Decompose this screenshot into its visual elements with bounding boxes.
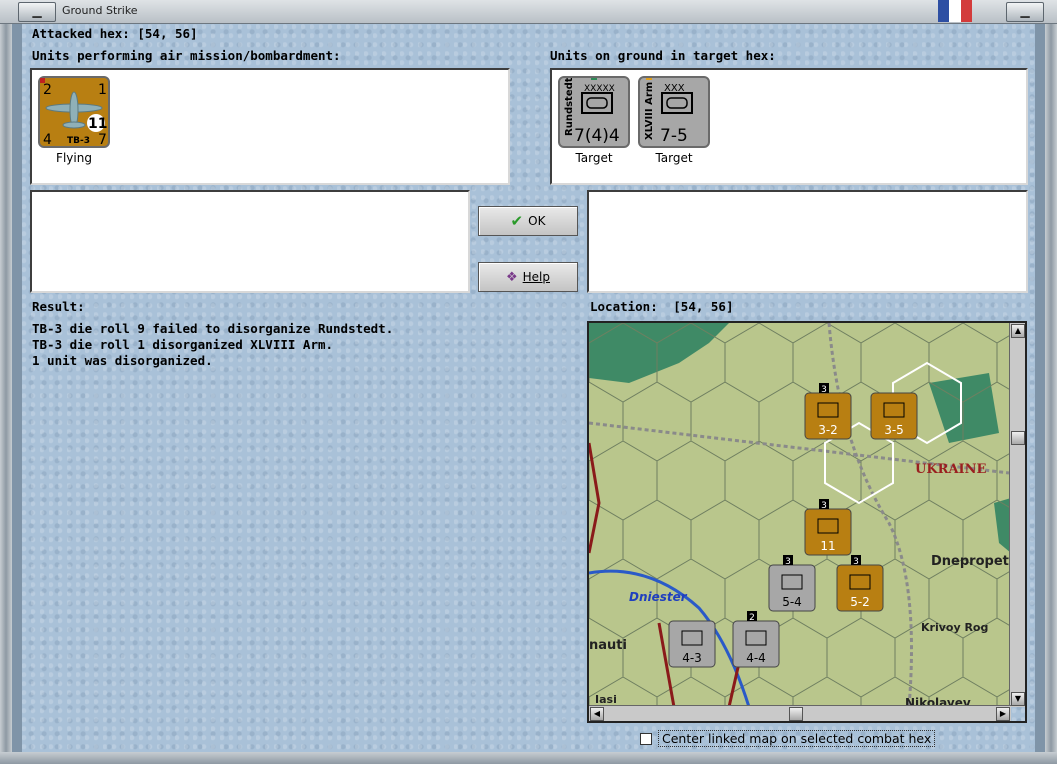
attacker-info-panel bbox=[30, 190, 470, 293]
stack-count: 3 bbox=[821, 385, 827, 395]
title-bar: ▁ Ground Strike ▁ bbox=[0, 0, 1057, 24]
window-frame-bottom bbox=[0, 752, 1057, 764]
result-line: 1 unit was disorganized. bbox=[32, 353, 213, 368]
attacked-hex-label: Attacked hex: bbox=[32, 26, 130, 41]
counter-value: 5-2 bbox=[850, 595, 870, 609]
air-units-panel: 2 1 4 7 11 TB-3 Flying bbox=[30, 68, 510, 185]
hex-map[interactable]: 3-2 3 3-5 5-4 3 5-2 3 4-3 4-4 2 11 3 UKRAINE Dniest… bbox=[589, 323, 1011, 707]
svg-text:7(4)4: 7(4)4 bbox=[574, 126, 620, 146]
svg-text:7: 7 bbox=[98, 132, 107, 146]
result-line: TB-3 die roll 9 failed to disorganize Ru… bbox=[32, 321, 394, 336]
ok-label: OK bbox=[528, 214, 546, 228]
unit-counter: 2 1 4 7 11 TB-3 bbox=[38, 76, 110, 148]
ground-section-heading: Units on ground in target hex: bbox=[550, 48, 776, 63]
counter-value: 4-3 bbox=[682, 651, 702, 665]
map-label-nauti: nauti bbox=[589, 638, 627, 653]
map-label-krivoy-rog: Krivoy Rog bbox=[921, 621, 988, 634]
svg-text:TB-3: TB-3 bbox=[67, 136, 90, 146]
stack-count: 3 bbox=[785, 557, 791, 567]
scroll-up-icon[interactable]: ▲ bbox=[1011, 324, 1025, 338]
stack-count: 3 bbox=[853, 557, 859, 567]
scroll-right-icon[interactable]: ▶ bbox=[996, 707, 1010, 721]
center-map-label[interactable]: Center linked map on selected combat hex bbox=[658, 730, 936, 747]
help-label: Help bbox=[522, 270, 550, 284]
hex-grid bbox=[589, 323, 1011, 707]
defender-info-panel bbox=[587, 190, 1028, 293]
ok-button[interactable]: ✔ OK bbox=[478, 206, 578, 236]
flag-icon bbox=[938, 0, 972, 22]
map-label-ukraine: UKRAINE bbox=[915, 462, 986, 477]
window-frame-left bbox=[0, 24, 12, 752]
result-log: TB-3 die roll 9 failed to disorganize Ru… bbox=[32, 321, 393, 369]
map-unit-counter[interactable]: 3-5 bbox=[870, 392, 918, 440]
location-value: [54, 56] bbox=[673, 299, 734, 314]
counter-value: 5-4 bbox=[782, 595, 802, 609]
window-title: Ground Strike bbox=[62, 4, 138, 17]
map-unit-counter[interactable]: 4-3 bbox=[668, 620, 716, 668]
stack-count: 3 bbox=[821, 501, 827, 511]
attacked-hex-value: [54, 56] bbox=[137, 26, 198, 41]
stack-count: 2 bbox=[749, 613, 755, 623]
unit-counter: XXX XLVIII Arm 7-5 bbox=[638, 74, 710, 148]
counter-value: 11 bbox=[820, 539, 835, 553]
scroll-thumb[interactable] bbox=[789, 707, 803, 721]
svg-text:7-5: 7-5 bbox=[660, 126, 688, 146]
svg-text:XLVIII Arm: XLVIII Arm bbox=[644, 82, 655, 140]
window-frame-right bbox=[1045, 24, 1057, 752]
plane-icon: 2 1 4 7 11 TB-3 bbox=[40, 78, 107, 148]
air-unit-tb3[interactable]: 2 1 4 7 11 TB-3 Flying bbox=[38, 76, 110, 165]
system-menu-button[interactable]: ▁ bbox=[18, 2, 56, 22]
svg-text:2: 2 bbox=[43, 82, 52, 98]
counter-value: 3-2 bbox=[818, 423, 838, 437]
counter-value: 3-5 bbox=[884, 423, 904, 437]
army-hq-icon: XXXXX Rundstedt 7(4)4 bbox=[564, 74, 620, 146]
unit-status: Target bbox=[575, 151, 613, 165]
scroll-left-icon[interactable]: ◀ bbox=[590, 707, 604, 721]
ground-units-panel: XXXXX Rundstedt 7(4)4 Target XXX XLVIII … bbox=[550, 68, 1028, 185]
result-heading: Result: bbox=[32, 299, 85, 314]
center-map-option[interactable]: Center linked map on selected combat hex bbox=[640, 730, 936, 747]
svg-text:11: 11 bbox=[88, 116, 107, 132]
close-button[interactable]: ▁ bbox=[1006, 2, 1044, 22]
minimize-icon: ▁ bbox=[32, 4, 42, 18]
unit-status: Flying bbox=[56, 151, 92, 165]
map-label-dnepropet: Dnepropet bbox=[931, 554, 1009, 569]
attacked-hex-line: Attacked hex: [54, 56] bbox=[32, 26, 198, 41]
center-map-checkbox[interactable] bbox=[640, 732, 652, 745]
result-line: TB-3 die roll 1 disorganized XLVIII Arm. bbox=[32, 337, 334, 352]
svg-text:4: 4 bbox=[43, 132, 52, 146]
mini-map[interactable]: 3-2 3 3-5 5-4 3 5-2 3 4-3 4-4 2 11 3 UKRAINE Dniest… bbox=[587, 321, 1027, 723]
location-line: Location: [54, 56] bbox=[590, 299, 733, 314]
unit-status: Target bbox=[655, 151, 693, 165]
help-book-icon: ❖ bbox=[505, 269, 518, 285]
map-vertical-scrollbar[interactable]: ▲ ▼ bbox=[1009, 323, 1025, 707]
armor-corps-icon: XXX XLVIII Arm 7-5 bbox=[644, 74, 693, 146]
svg-text:1: 1 bbox=[98, 82, 107, 98]
dialog-body: Attacked hex: [54, 56] Units performing … bbox=[22, 24, 1035, 752]
close-icon: ▁ bbox=[1020, 4, 1030, 18]
scroll-thumb[interactable] bbox=[1011, 431, 1025, 445]
ground-unit-rundstedt[interactable]: XXXXX Rundstedt 7(4)4 Target bbox=[558, 74, 630, 165]
checkmark-icon: ✔ bbox=[510, 212, 524, 230]
air-section-heading: Units performing air mission/bombardment… bbox=[32, 48, 341, 63]
help-button[interactable]: ❖ Help bbox=[478, 262, 578, 292]
unit-counter: XXXXX Rundstedt 7(4)4 bbox=[558, 74, 630, 148]
map-label-dniester: Dniester bbox=[629, 590, 688, 604]
map-horizontal-scrollbar[interactable]: ◀ ▶ bbox=[589, 705, 1011, 721]
location-label: Location: bbox=[590, 299, 658, 314]
counter-value: 4-4 bbox=[746, 651, 766, 665]
ground-unit-xlviii-arm[interactable]: XXX XLVIII Arm 7-5 Target bbox=[638, 74, 710, 165]
scroll-down-icon[interactable]: ▼ bbox=[1011, 692, 1025, 706]
